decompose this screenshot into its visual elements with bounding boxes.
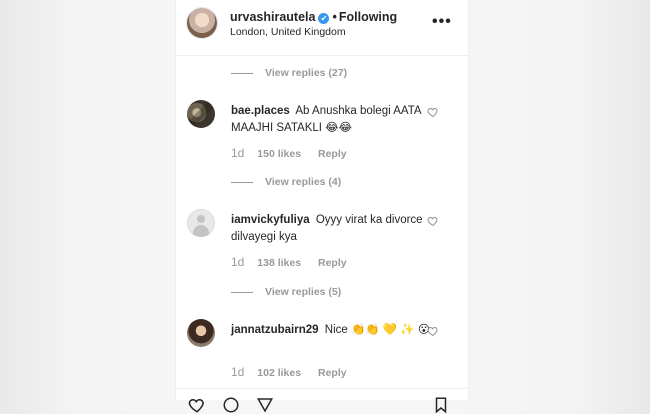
view-replies-button[interactable]: View replies (5) xyxy=(231,286,341,300)
avatar[interactable] xyxy=(187,319,215,347)
divider xyxy=(231,181,253,183)
divider xyxy=(231,72,253,74)
view-replies-button[interactable]: View replies (4) xyxy=(231,176,341,190)
default-avatar-head xyxy=(197,215,205,223)
comment-username[interactable]: bae.places xyxy=(231,105,290,117)
likes-count[interactable]: 150 likes xyxy=(257,148,301,160)
comment-text: Nice 👏👏 💛 ✨ 😮 xyxy=(324,324,430,336)
post-header: urvashirautela ✔ • Following London, United… xyxy=(176,0,468,56)
comment-username[interactable]: jannatzubairn29 xyxy=(231,324,319,336)
avatar[interactable] xyxy=(187,8,217,38)
share-icon[interactable] xyxy=(256,396,274,414)
comment-body: jannatzubairn29 Nice 👏👏 💛 ✨ 😮 xyxy=(231,322,431,339)
bookmark-icon[interactable] xyxy=(432,396,450,414)
divider xyxy=(231,291,253,293)
reply-button[interactable]: Reply xyxy=(318,148,347,160)
comment-meta: 1d 150 likes Reply xyxy=(231,146,347,160)
post-author-line: urvashirautela ✔ • Following xyxy=(230,10,397,24)
heart-icon[interactable] xyxy=(427,325,439,337)
comment-username[interactable]: iamvickyfuliya xyxy=(231,214,310,226)
post-comments-panel: urvashirautela ✔ • Following London, United… xyxy=(175,0,469,414)
post-author-username[interactable]: urvashirautela xyxy=(230,10,315,24)
view-replies-label: View replies (5) xyxy=(265,286,342,298)
reply-button[interactable]: Reply xyxy=(318,367,347,379)
more-options-icon[interactable]: ••• xyxy=(432,14,454,30)
likes-count[interactable]: 102 likes xyxy=(257,367,301,379)
view-replies-label: View replies (4) xyxy=(265,176,342,188)
heart-icon[interactable] xyxy=(427,106,439,118)
default-avatar-body xyxy=(193,225,209,237)
view-replies-label: View replies (27) xyxy=(265,67,348,79)
comment-time: 1d xyxy=(231,365,245,379)
post-location[interactable]: London, United Kingdom xyxy=(230,26,346,38)
comment-meta: 1d 102 likes Reply xyxy=(231,365,347,379)
heart-icon[interactable] xyxy=(188,396,206,414)
comment-meta: 1d 138 likes Reply xyxy=(231,255,347,269)
following-button[interactable]: Following xyxy=(339,10,397,24)
comment-time: 1d xyxy=(231,146,245,160)
likes-count[interactable]: 138 likes xyxy=(257,257,301,269)
comment-body: iamvickyfuliya Oyyy virat ka divorce dil… xyxy=(231,212,431,246)
heart-icon[interactable] xyxy=(427,215,439,227)
view-replies-button[interactable]: View replies (27) xyxy=(231,67,347,81)
avatar[interactable] xyxy=(187,100,215,128)
separator-dot: • xyxy=(332,10,337,24)
comment-time: 1d xyxy=(231,255,245,269)
verified-badge-icon: ✔ xyxy=(318,13,330,24)
avatar[interactable] xyxy=(187,209,215,237)
reply-button[interactable]: Reply xyxy=(318,257,347,269)
post-action-bar xyxy=(176,388,468,414)
comment-icon[interactable] xyxy=(222,396,240,414)
comment-body: bae.places Ab Anushka bolegi AATA MAAJHI… xyxy=(231,103,431,137)
